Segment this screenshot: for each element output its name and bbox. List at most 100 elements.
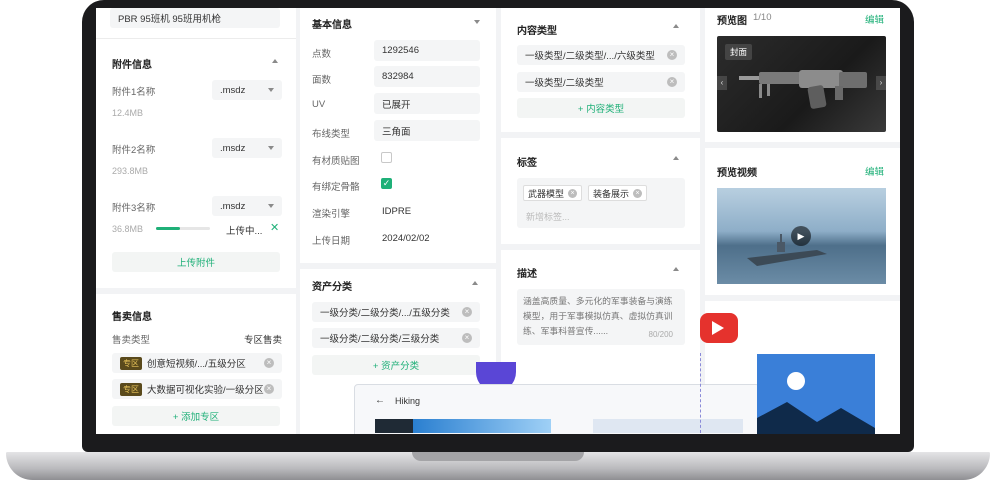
zone-tag: 专区 bbox=[120, 356, 142, 370]
tag-input-placeholder[interactable]: 新增标签... bbox=[526, 210, 570, 223]
collapse-caret-icon[interactable] bbox=[673, 267, 679, 271]
attachment-2-name: 附件2名称 bbox=[112, 145, 156, 156]
video-thumbnail[interactable]: ▶ bbox=[717, 188, 886, 284]
upload-status: 上传中... bbox=[226, 226, 263, 237]
attachment-1-ext-select[interactable]: .msdz bbox=[212, 80, 282, 100]
add-zone-button[interactable]: + 添加专区 bbox=[112, 406, 280, 426]
asset-text: 一级分类/二级分类/三级分类 bbox=[320, 334, 440, 345]
upload-progress-fill bbox=[156, 227, 181, 230]
basic-title: 基本信息 bbox=[312, 20, 352, 31]
remove-icon[interactable]: × bbox=[264, 358, 274, 368]
zone-tag: 专区 bbox=[120, 382, 142, 396]
content-text: 一级类型/二级类型/.../六级类型 bbox=[525, 51, 655, 62]
content-title: 内容类型 bbox=[517, 26, 557, 37]
cover-badge: 封面 bbox=[725, 44, 753, 60]
screen: PBR 95班机 95班用机枪 附件信息 附件1名称 .msdz 12.4MB … bbox=[96, 8, 900, 434]
chevron-down-icon[interactable] bbox=[474, 20, 480, 24]
tag-chip[interactable]: 武器模型 × bbox=[523, 185, 583, 201]
attachments-title: 附件信息 bbox=[112, 60, 152, 71]
preview-count: 1/10 bbox=[753, 12, 772, 23]
tag-chip[interactable]: 装备展示 × bbox=[588, 185, 648, 201]
sales-title: 售卖信息 bbox=[112, 312, 152, 323]
column-attachments-sales: PBR 95班机 95班用机枪 附件信息 附件1名称 .msdz 12.4MB … bbox=[96, 8, 296, 434]
remove-icon[interactable]: × bbox=[667, 50, 677, 60]
tag-text: 武器模型 bbox=[528, 188, 565, 199]
section-gap bbox=[705, 295, 900, 301]
section-gap bbox=[300, 263, 496, 269]
add-content-type-button[interactable]: + 内容类型 bbox=[517, 98, 685, 118]
attachment-2-size: 293.8MB bbox=[112, 166, 149, 176]
remove-icon[interactable]: × bbox=[462, 333, 472, 343]
content-text: 一级类型/二级类型 bbox=[525, 78, 604, 89]
add-asset-button[interactable]: + 资产分类 bbox=[312, 355, 480, 375]
attachment-1-ext: .msdz bbox=[220, 84, 246, 96]
chevron-right-icon[interactable]: › bbox=[876, 76, 886, 90]
youtube-icon bbox=[700, 313, 738, 343]
content-chip-1[interactable]: 一级类型/二级类型/.../六级类型 × bbox=[517, 45, 685, 65]
tag-text: 装备展示 bbox=[593, 188, 630, 199]
column-content: 内容类型 一级类型/二级类型/.../六级类型 × 一级类型/二级类型 × + 内容… bbox=[501, 8, 700, 434]
asset-chip-2[interactable]: 一级分类/二级分类/三级分类 × bbox=[312, 328, 480, 348]
video-title: 预览视频 bbox=[717, 168, 757, 179]
collapse-caret-icon[interactable] bbox=[472, 281, 478, 285]
attachment-2-ext-select[interactable]: .msdz bbox=[212, 138, 282, 158]
ship-image bbox=[747, 234, 827, 266]
section-gap bbox=[96, 288, 296, 294]
basic-value-faces[interactable]: 832984 bbox=[374, 66, 480, 87]
video-edit-link[interactable]: 编辑 bbox=[865, 164, 884, 178]
description-textarea[interactable]: 涵盖高质量、多元化的军事装备与演练模型，用于军事模拟仿真、虚拟仿真训练、军事科普… bbox=[517, 289, 685, 345]
basic-value-points[interactable]: 1292546 bbox=[374, 40, 480, 61]
chevron-down-icon bbox=[268, 204, 274, 208]
asset-text: 一级分类/二级分类/.../五级分类 bbox=[320, 308, 450, 319]
preview-edit-link[interactable]: 编辑 bbox=[865, 12, 884, 26]
section-gap bbox=[501, 244, 700, 250]
collapse-caret-icon[interactable] bbox=[673, 156, 679, 160]
attachment-2-ext: .msdz bbox=[220, 142, 246, 154]
date-value: 2024/02/02 bbox=[382, 233, 430, 244]
zone-text: 创意短视频/.../五级分区 bbox=[147, 359, 246, 370]
remove-icon[interactable]: × bbox=[568, 188, 578, 198]
basic-label-uv: UV bbox=[312, 99, 326, 110]
top-item-text: PBR 95班机 95班用机枪 bbox=[118, 14, 221, 25]
back-arrow-icon[interactable]: ← bbox=[375, 395, 385, 406]
attachment-1-size: 12.4MB bbox=[112, 108, 144, 118]
engine-value: IDPRE bbox=[382, 206, 412, 217]
divider bbox=[96, 38, 296, 39]
zone-chip-2[interactable]: 专区 大数据可视化实验/一级分区 × bbox=[112, 379, 282, 399]
sun-shape bbox=[787, 372, 805, 390]
attachment-3-ext: .msdz bbox=[220, 200, 246, 212]
rifle-image bbox=[739, 70, 867, 109]
zone-chip-1[interactable]: 专区 创意短视频/.../五级分区 × bbox=[112, 353, 282, 373]
texture-checkbox[interactable] bbox=[381, 152, 392, 163]
attachment-3-ext-select[interactable]: .msdz bbox=[212, 196, 282, 216]
top-item-field[interactable]: PBR 95班机 95班用机枪 bbox=[110, 8, 280, 28]
content-chip-2[interactable]: 一级类型/二级类型 × bbox=[517, 72, 685, 92]
upload-attachment-button[interactable]: 上传附件 bbox=[112, 252, 280, 272]
chevron-down-icon bbox=[268, 146, 274, 150]
basic-value-uv[interactable]: 已展开 bbox=[374, 93, 480, 114]
char-count: 80/200 bbox=[648, 330, 673, 339]
basic-label-faces: 面数 bbox=[312, 75, 332, 86]
dashed-guide-line bbox=[700, 353, 701, 433]
cancel-upload-icon[interactable]: ✕ bbox=[270, 221, 279, 234]
asset-chip-1[interactable]: 一级分类/二级分类/.../五级分类 × bbox=[312, 302, 480, 322]
asset-title: 资产分类 bbox=[312, 282, 352, 293]
play-icon[interactable]: ▶ bbox=[791, 226, 811, 246]
basic-value-topology[interactable]: 三角面 bbox=[374, 120, 480, 141]
zone-text: 大数据可视化实验/一级分区 bbox=[147, 385, 264, 396]
chevron-down-icon bbox=[268, 88, 274, 92]
rig-checkbox[interactable]: ✓ bbox=[381, 178, 392, 189]
preview-title: 预览图 bbox=[717, 16, 747, 27]
collapse-caret-icon[interactable] bbox=[673, 24, 679, 28]
remove-icon[interactable]: × bbox=[667, 77, 677, 87]
remove-icon[interactable]: × bbox=[462, 307, 472, 317]
section-gap bbox=[705, 142, 900, 148]
overlay-title: Hiking bbox=[395, 396, 421, 406]
tags-box[interactable]: 武器模型 × 装备展示 × 新增标签... bbox=[517, 178, 685, 228]
chevron-left-icon[interactable]: ‹ bbox=[717, 76, 727, 90]
youtube-play-shape bbox=[712, 321, 724, 335]
remove-icon[interactable]: × bbox=[264, 384, 274, 394]
collapse-caret-icon[interactable] bbox=[272, 59, 278, 63]
remove-icon[interactable]: × bbox=[633, 188, 643, 198]
preview-image[interactable]: 封面 ‹ › bbox=[717, 36, 886, 132]
